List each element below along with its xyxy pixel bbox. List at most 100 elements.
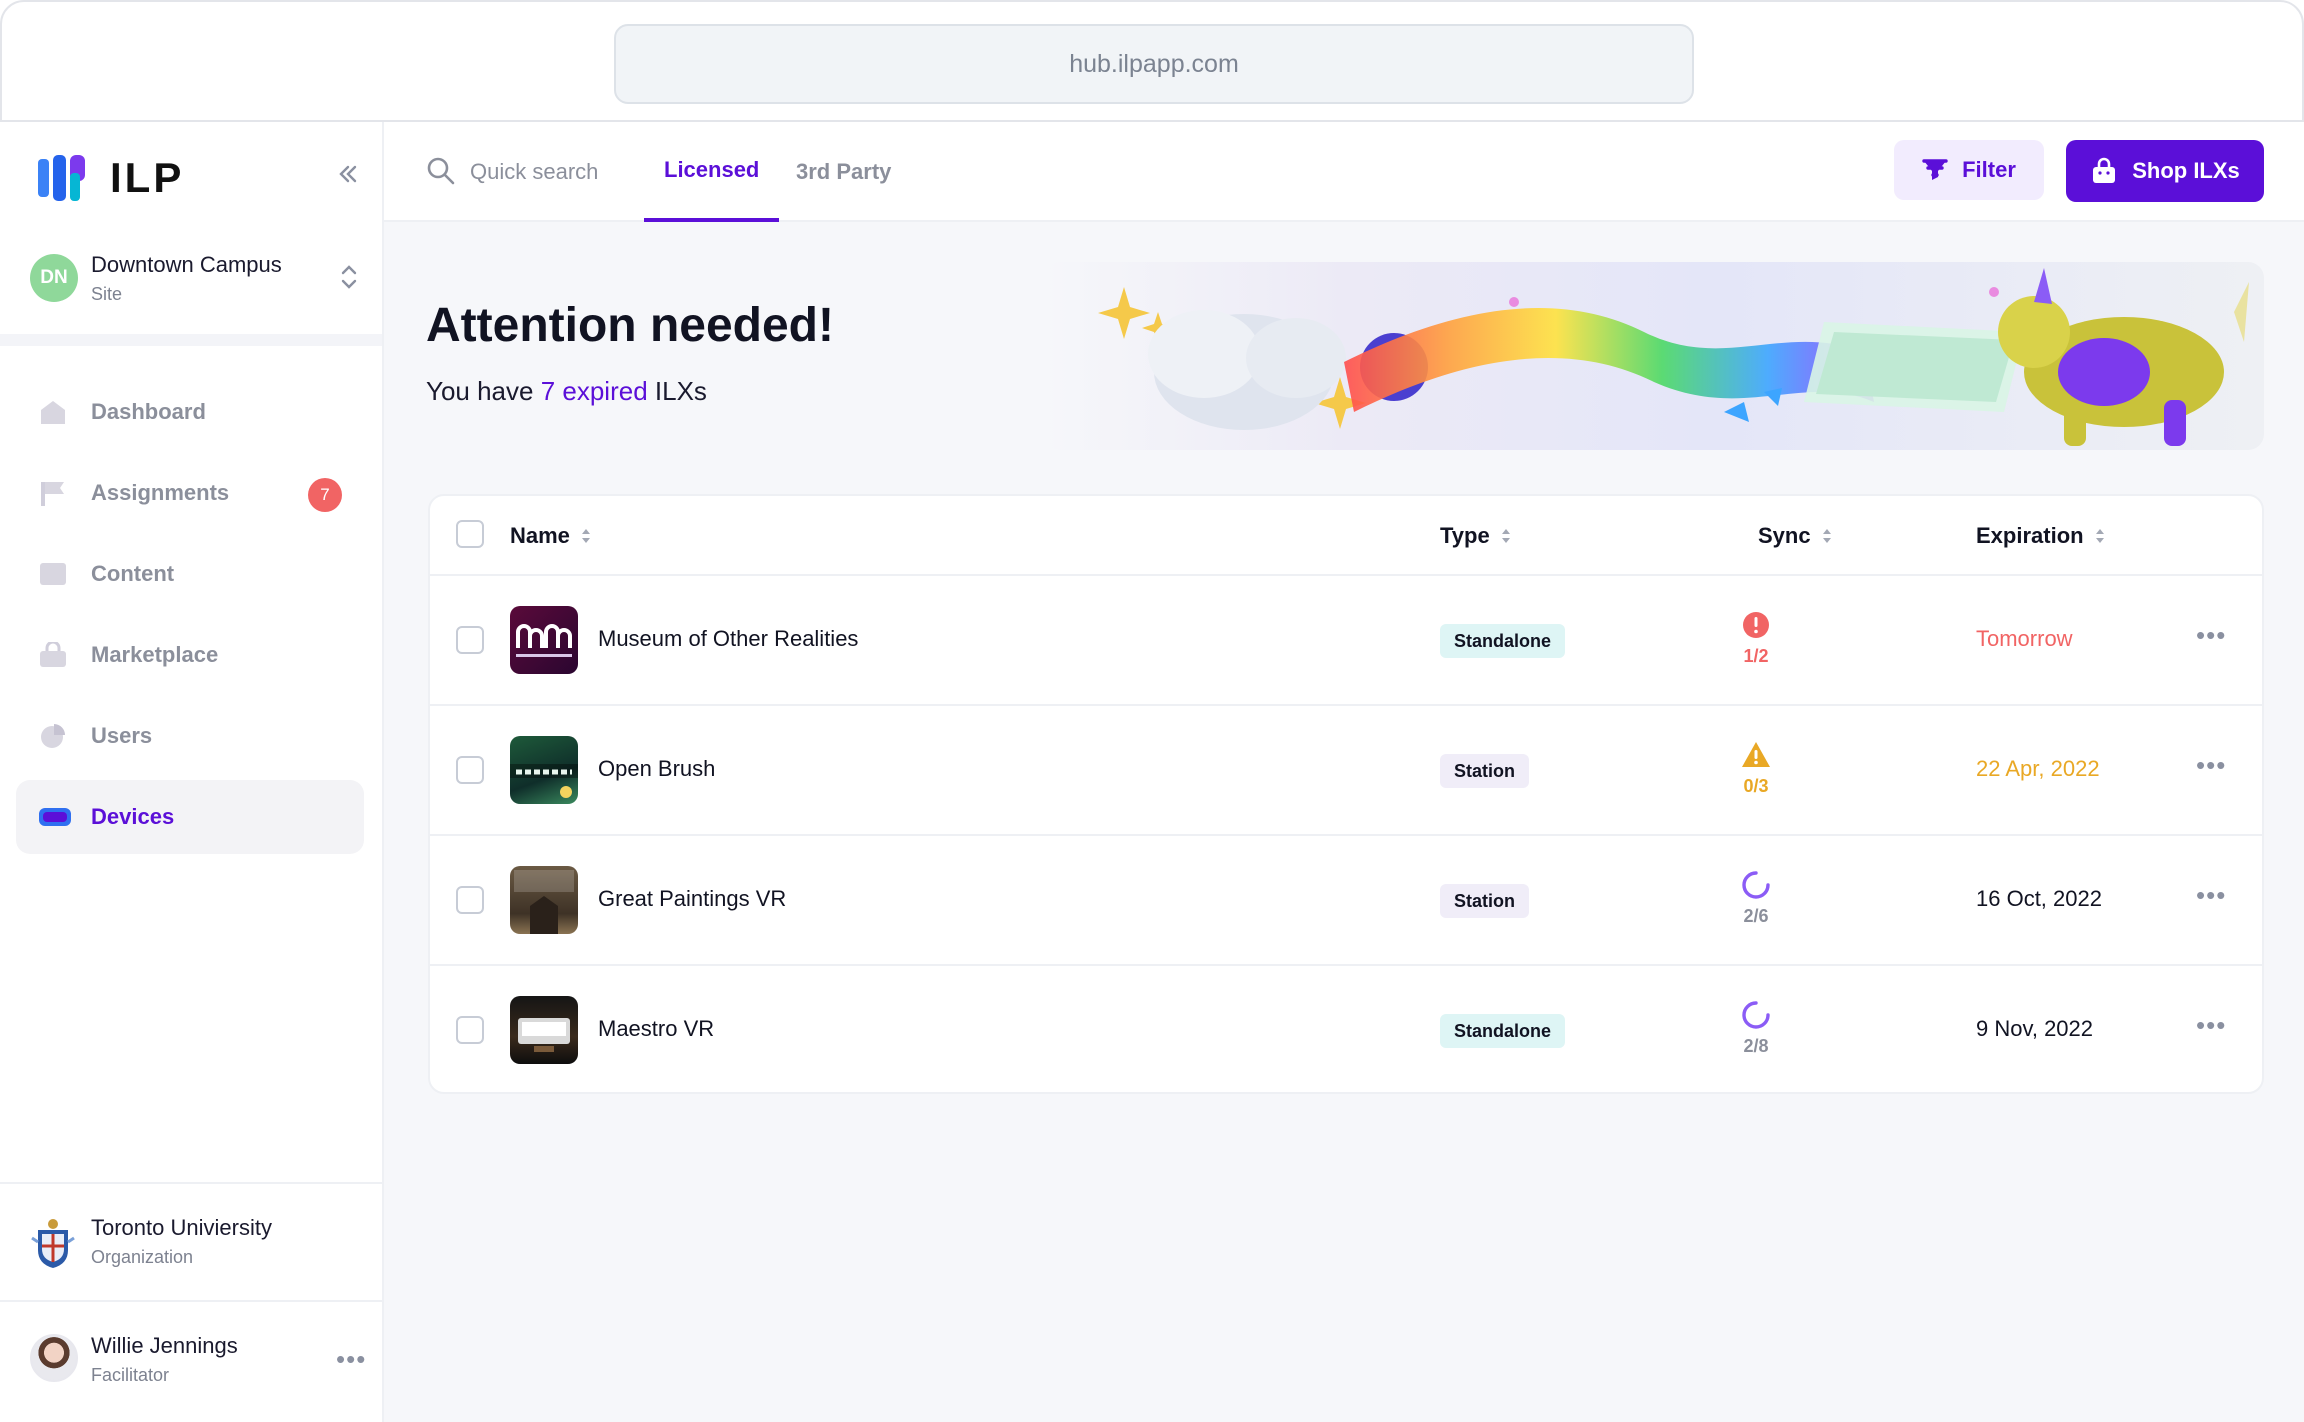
- app-shell: ILP DN Downtown Campus Site Dashboard As…: [0, 122, 2304, 1422]
- sort-icon: [581, 529, 590, 543]
- shop-ilxs-button[interactable]: Shop ILXs: [2066, 140, 2264, 202]
- tab-label: 3rd Party: [796, 159, 892, 184]
- sync-spinner-icon: [1742, 1001, 1770, 1029]
- folder-icon: [40, 563, 66, 585]
- column-header-type[interactable]: Type: [1440, 496, 1512, 576]
- type-badge: Station: [1440, 884, 1529, 918]
- ilx-name: Open Brush: [598, 756, 716, 781]
- brand-name: ILP: [110, 154, 185, 201]
- more-icon[interactable]: •••: [2196, 750, 2226, 781]
- ilx-name: Museum of Other Realities: [598, 626, 859, 651]
- chevrons-left-icon: [339, 165, 357, 183]
- organization-name: Toronto Univiersity: [91, 1215, 272, 1240]
- sidebar-item-marketplace[interactable]: Marketplace: [16, 618, 364, 692]
- filter-label: Filter: [1962, 157, 2016, 182]
- rainbow-unicorn-illustration: [1098, 268, 2249, 446]
- ilx-name: Maestro VR: [598, 1016, 715, 1041]
- attention-summary: You have 7 expired ILXs: [426, 376, 707, 407]
- collapse-sidebar-button[interactable]: [330, 156, 366, 192]
- sidebar-item-dashboard[interactable]: Dashboard: [16, 375, 364, 449]
- address-bar[interactable]: hub.ilpapp.com: [614, 24, 1694, 104]
- row-checkbox[interactable]: [456, 756, 484, 784]
- column-label: Type: [1440, 523, 1490, 548]
- ilx-thumbnail: [510, 736, 578, 804]
- sync-count: 0/3: [1743, 776, 1769, 796]
- row-checkbox[interactable]: [456, 1016, 484, 1044]
- sync-count: 1/2: [1743, 646, 1769, 666]
- sort-icon: [1822, 529, 1831, 543]
- user-name: Willie Jennings: [91, 1333, 238, 1358]
- sidebar-item-content[interactable]: Content: [16, 537, 364, 611]
- table-row[interactable]: Great Paintings VR Station 2/6 16 Oct, 2…: [430, 834, 2262, 964]
- sidebar-item-label: Marketplace: [91, 642, 219, 667]
- filter-icon: [1922, 159, 1948, 180]
- sync-status: 0/3: [1730, 740, 1782, 797]
- organization-role: Organization: [91, 1247, 194, 1267]
- more-icon[interactable]: •••: [2196, 620, 2226, 651]
- row-checkbox[interactable]: [456, 626, 484, 654]
- ilx-thumbnail: [510, 866, 578, 934]
- filter-button[interactable]: Filter: [1894, 140, 2044, 200]
- summary-suffix: ILXs: [647, 376, 707, 406]
- hero-illustration: [1044, 262, 2264, 450]
- site-avatar: DN: [30, 254, 78, 302]
- search-icon: [427, 157, 455, 185]
- column-header-sync[interactable]: Sync: [1758, 496, 1833, 576]
- assignments-count-badge: 7: [308, 478, 342, 512]
- type-badge: Station: [1440, 754, 1529, 788]
- expiration-date: Tomorrow: [1976, 626, 2073, 651]
- pie-chart-icon: [41, 724, 65, 748]
- browser-toolbar: hub.ilpapp.com: [0, 0, 2304, 122]
- sidebar-item-users[interactable]: Users: [16, 699, 364, 773]
- summary-prefix: You have: [426, 376, 541, 406]
- sidebar-item-label: Content: [91, 561, 175, 586]
- sidebar-item-label: Dashboard: [91, 399, 206, 424]
- search-input[interactable]: [470, 152, 620, 192]
- tab-3rd-party[interactable]: 3rd Party: [796, 122, 891, 222]
- sync-spinner-icon: [1742, 871, 1770, 899]
- chevron-up-down-icon[interactable]: [338, 262, 360, 294]
- ilx-thumbnail: [510, 606, 578, 674]
- row-checkbox[interactable]: [456, 886, 484, 914]
- site-name: Downtown Campus: [91, 252, 282, 277]
- flag-icon: [41, 482, 64, 506]
- type-badge: Standalone: [1440, 624, 1566, 658]
- sync-status: 2/8: [1730, 1000, 1782, 1057]
- expired-count-link[interactable]: 7 expired: [541, 376, 648, 406]
- more-icon[interactable]: •••: [2196, 880, 2226, 911]
- sidebar-item-label: Devices: [91, 804, 175, 829]
- site-role: Site: [91, 284, 123, 304]
- column-header-expiration[interactable]: Expiration: [1976, 496, 2106, 576]
- home-icon: [41, 401, 65, 424]
- main-content: Licensed 3rd Party Filter Shop ILXs Atte…: [384, 122, 2304, 1422]
- column-label: Name: [510, 523, 570, 548]
- shopping-bag-icon: [40, 642, 66, 667]
- avatar: [30, 1334, 78, 1382]
- type-badge: Standalone: [1440, 1014, 1566, 1048]
- sidebar-item-label: Users: [91, 723, 153, 748]
- expiration-date: 16 Oct, 2022: [1976, 886, 2102, 911]
- top-bar: Licensed 3rd Party Filter Shop ILXs: [384, 122, 2304, 222]
- more-icon[interactable]: •••: [336, 1344, 366, 1375]
- sync-status: 2/6: [1730, 870, 1782, 927]
- more-icon[interactable]: •••: [2196, 1010, 2226, 1041]
- table-row[interactable]: Museum of Other Realities Standalone 1/2…: [430, 574, 2262, 704]
- expiration-date: 22 Apr, 2022: [1976, 756, 2100, 781]
- licensed-ilx-table: Name Type Sync Expiration Museum of Othe…: [428, 494, 2264, 1094]
- sidebar-item-label: Assignments: [91, 480, 230, 505]
- sidebar-item-assignments[interactable]: Assignments 7: [16, 456, 364, 530]
- column-header-name[interactable]: Name: [510, 496, 592, 576]
- sidebar-item-devices[interactable]: Devices: [16, 780, 364, 854]
- tab-licensed[interactable]: Licensed: [644, 122, 780, 222]
- vr-headset-icon: [39, 808, 71, 826]
- column-label: Sync: [1758, 523, 1811, 548]
- sort-icon: [2095, 529, 2104, 543]
- table-row[interactable]: Maestro VR Standalone 2/8 9 Nov, 2022 ••…: [430, 964, 2262, 1094]
- table-row[interactable]: Open Brush Station 0/3 22 Apr, 2022 •••: [430, 704, 2262, 834]
- ilx-name: Great Paintings VR: [598, 886, 787, 911]
- brand: ILP: [36, 148, 184, 208]
- sync-count: 2/6: [1743, 906, 1769, 926]
- shop-label: Shop ILXs: [2132, 158, 2240, 183]
- university-crest-icon: [31, 1219, 75, 1268]
- select-all-checkbox[interactable]: [456, 520, 484, 548]
